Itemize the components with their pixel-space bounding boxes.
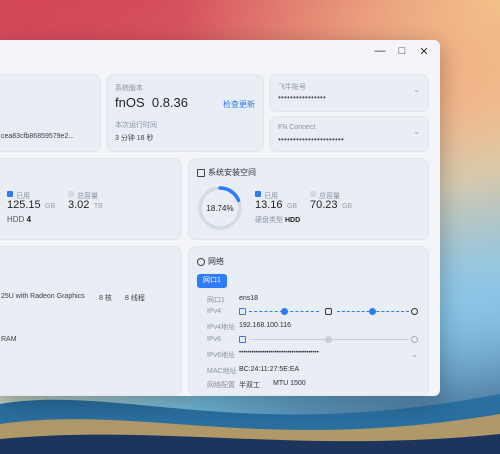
nas-icon xyxy=(239,308,246,315)
globe-icon xyxy=(411,308,418,315)
port-label: 网口1 xyxy=(207,297,225,304)
ram-label: RAM xyxy=(1,336,17,343)
uptime-label: 本次运行时间 xyxy=(115,122,157,129)
router-icon xyxy=(325,308,332,315)
fn-connect-card[interactable]: FN Connect •••••••••••••••••••••• ⌄ xyxy=(269,116,429,152)
chevron-down-icon[interactable]: ⌄ xyxy=(413,85,420,94)
disk-icon xyxy=(197,168,205,177)
fnconnect-label: FN Connect xyxy=(278,124,316,131)
maximize-icon[interactable]: □ xyxy=(394,43,410,59)
mac-label: MAC地址 xyxy=(207,368,237,375)
status-dot-icon xyxy=(325,336,332,343)
feiniu-label: 飞牛账号 xyxy=(278,84,306,91)
uptime-value: 3 分钟 18 秒 xyxy=(115,135,154,142)
config-label: 网络配置 xyxy=(207,382,235,389)
install-used-value: 13.16 GB xyxy=(255,199,298,211)
os-version: fnOS 0.8.36 xyxy=(115,95,189,110)
cpu-cores: 8 核 xyxy=(99,295,112,302)
storage-used-value: 125.15 GB xyxy=(7,199,56,211)
check-icon xyxy=(369,308,376,315)
install-space-title: 系统安装空间 xyxy=(197,167,256,178)
system-info-window: — □ ✕ cea83cfb86859579e2... 系统版本 fnOS 0.… xyxy=(0,40,440,396)
ipv6-topology xyxy=(239,335,419,345)
ipv6-label: IPv6 xyxy=(207,336,222,343)
cpu-card: 25U with Radeon Graphics 8 核 8 线程 RAM xyxy=(0,246,182,396)
nas-icon xyxy=(239,336,246,343)
title-bar: — □ ✕ xyxy=(0,40,440,64)
ipv6-addr-value: •••••••••••••••••••••••••••••••••••••• xyxy=(239,350,319,356)
minimize-icon[interactable]: — xyxy=(372,43,388,59)
device-card: cea83cfb86859579e2... xyxy=(0,74,101,152)
feiniu-value: •••••••••••••••• xyxy=(278,93,327,102)
cpu-threads: 8 线程 xyxy=(125,295,145,302)
feiniu-account-card[interactable]: 飞牛账号 •••••••••••••••• ⌄ xyxy=(269,74,429,112)
network-title: 网络 xyxy=(197,256,224,267)
mtu-value: MTU 1500 xyxy=(273,380,306,387)
system-install-space-card: 系统安装空间 18.74% 已用 13.16 GB 总容量 70.23 GB 硬… xyxy=(188,158,429,240)
ipv4-addr-value: 192.168.100.116 xyxy=(239,322,292,329)
check-update-link[interactable]: 检查更新 xyxy=(223,99,255,110)
storage-card: 已用 125.15 GB 总容量 3.02 TB HDD 4 xyxy=(0,158,182,240)
device-id: cea83cfb86859579e2... xyxy=(1,133,75,140)
ipv6-addr-label: IPv6地址 xyxy=(207,352,236,359)
close-icon[interactable]: ✕ xyxy=(416,43,432,59)
ring-percent-text: 18.74% xyxy=(206,204,233,213)
install-usage-ring: 18.74% xyxy=(198,186,242,230)
ipv4-addr-label: IPv4地址 xyxy=(207,324,236,331)
globe-icon xyxy=(197,257,205,266)
mac-value: BC:24:11:27:5E:EA xyxy=(239,366,300,373)
chevron-down-icon[interactable]: ⌄ xyxy=(411,350,418,359)
globe-icon xyxy=(411,336,418,343)
storage-total-value: 3.02 TB xyxy=(68,199,103,211)
ipv4-topology xyxy=(239,307,419,317)
system-version-card: 系统版本 fnOS 0.8.36 检查更新 本次运行时间 3 分钟 18 秒 xyxy=(106,74,264,152)
port-value: ens18 xyxy=(239,295,259,302)
check-icon xyxy=(281,308,288,315)
tab-port1[interactable]: 网口1 xyxy=(197,274,227,288)
install-total-value: 70.23 GB xyxy=(310,199,353,211)
install-disk-type: 硬盘类型 HDD xyxy=(255,217,301,224)
version-label: 系统版本 xyxy=(115,85,143,92)
duplex-value: 半双工 xyxy=(239,382,260,389)
chevron-down-icon[interactable]: ⌄ xyxy=(413,127,420,136)
disk-summary: HDD 4 xyxy=(7,215,32,224)
fnconnect-value: •••••••••••••••••••••• xyxy=(278,135,345,144)
cpu-model: 25U with Radeon Graphics xyxy=(1,293,85,300)
ipv4-label: IPv4 xyxy=(207,308,222,315)
